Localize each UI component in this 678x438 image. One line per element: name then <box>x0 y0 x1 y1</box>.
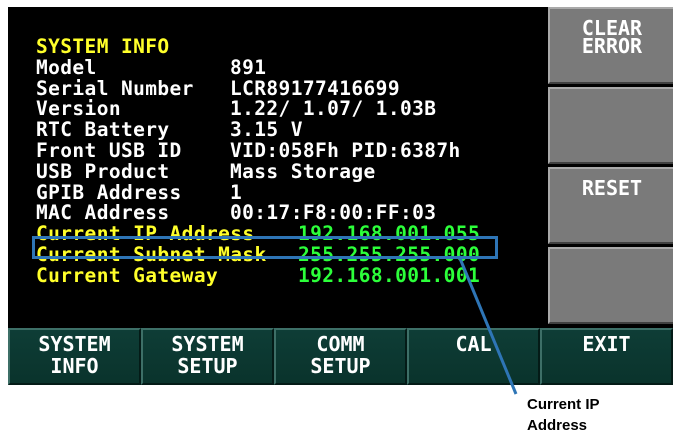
button-label: COMM <box>316 332 365 356</box>
info-label: Current Gateway <box>36 263 219 287</box>
info-label: Serial Number <box>36 76 194 100</box>
info-row-mac-address: MAC Address 00:17:F8:00:FF:03 <box>36 203 506 224</box>
side-softkey-blank-1[interactable] <box>548 87 673 164</box>
info-row-model: Model 891 <box>36 55 506 79</box>
figure: SYSTEM INFO Model 891 Serial Number LCR8… <box>0 0 678 438</box>
exit-button[interactable]: EXIT <box>540 328 673 385</box>
info-value: Mass Storage <box>230 159 376 183</box>
button-label: ERROR <box>581 34 643 58</box>
button-label: CAL <box>455 332 492 356</box>
callout-label-line: Address <box>527 417 588 434</box>
ip-address-highlight-box <box>32 236 498 259</box>
info-row-front-usb-id: Front USB ID VID:058Fh PID:6387h <box>36 138 506 162</box>
button-label: SYSTEM <box>38 332 111 356</box>
button-label: SYSTEM <box>171 332 244 356</box>
info-label: GPIB Address <box>36 180 182 204</box>
system-info-heading: SYSTEM INFO <box>36 35 170 58</box>
button-label: SETUP <box>310 354 371 378</box>
instrument-screen: SYSTEM INFO Model 891 Serial Number LCR8… <box>8 7 673 385</box>
info-label: USB Product <box>36 159 170 183</box>
info-value: 192.168.001.001 <box>298 263 481 287</box>
bottom-softkey-bar: SYSTEM INFO SYSTEM SETUP COMM SETUP CAL … <box>8 328 673 385</box>
info-value: 1 <box>230 180 243 204</box>
info-label: RTC Battery <box>36 118 170 142</box>
info-row-serial-number: Serial Number LCR89177416699 <box>36 76 506 100</box>
info-label: Front USB ID <box>36 138 182 162</box>
info-row-current-gateway: Current Gateway 192.168.001.001 <box>36 263 506 287</box>
callout-label-line: Current IP <box>527 396 600 413</box>
side-softkey-blank-2[interactable] <box>548 247 673 324</box>
info-value: LCR89177416699 <box>230 76 400 100</box>
system-setup-button[interactable]: SYSTEM SETUP <box>141 328 274 385</box>
info-value: 891 <box>230 55 267 79</box>
info-value: 3.15 V <box>230 118 303 142</box>
comm-setup-button[interactable]: COMM SETUP <box>274 328 407 385</box>
info-row-gpib-address: GPIB Address 1 <box>36 180 506 204</box>
callout-label: Current IP Address <box>527 394 600 436</box>
info-row-version: Version 1.22/ 1.07/ 1.03B <box>36 99 506 120</box>
info-value: 00:17:F8:00:FF:03 <box>230 201 437 225</box>
info-value: 1.22/ 1.07/ 1.03B <box>230 97 437 121</box>
info-label: Model <box>36 55 97 79</box>
info-row-usb-product: USB Product Mass Storage <box>36 159 506 183</box>
button-label: SETUP <box>177 354 238 378</box>
info-label: Version <box>36 97 121 121</box>
info-label: MAC Address <box>36 201 170 225</box>
system-info-button[interactable]: SYSTEM INFO <box>8 328 141 385</box>
info-row-rtc-battery: RTC Battery 3.15 V <box>36 118 506 142</box>
clear-error-button[interactable]: CLEAR ERROR <box>548 7 673 84</box>
info-value: VID:058Fh PID:6387h <box>230 138 461 162</box>
cal-button[interactable]: CAL <box>407 328 540 385</box>
button-label: EXIT <box>582 332 631 356</box>
reset-button[interactable]: RESET <box>548 167 673 244</box>
button-label: INFO <box>50 354 99 378</box>
button-label: RESET <box>581 176 643 200</box>
